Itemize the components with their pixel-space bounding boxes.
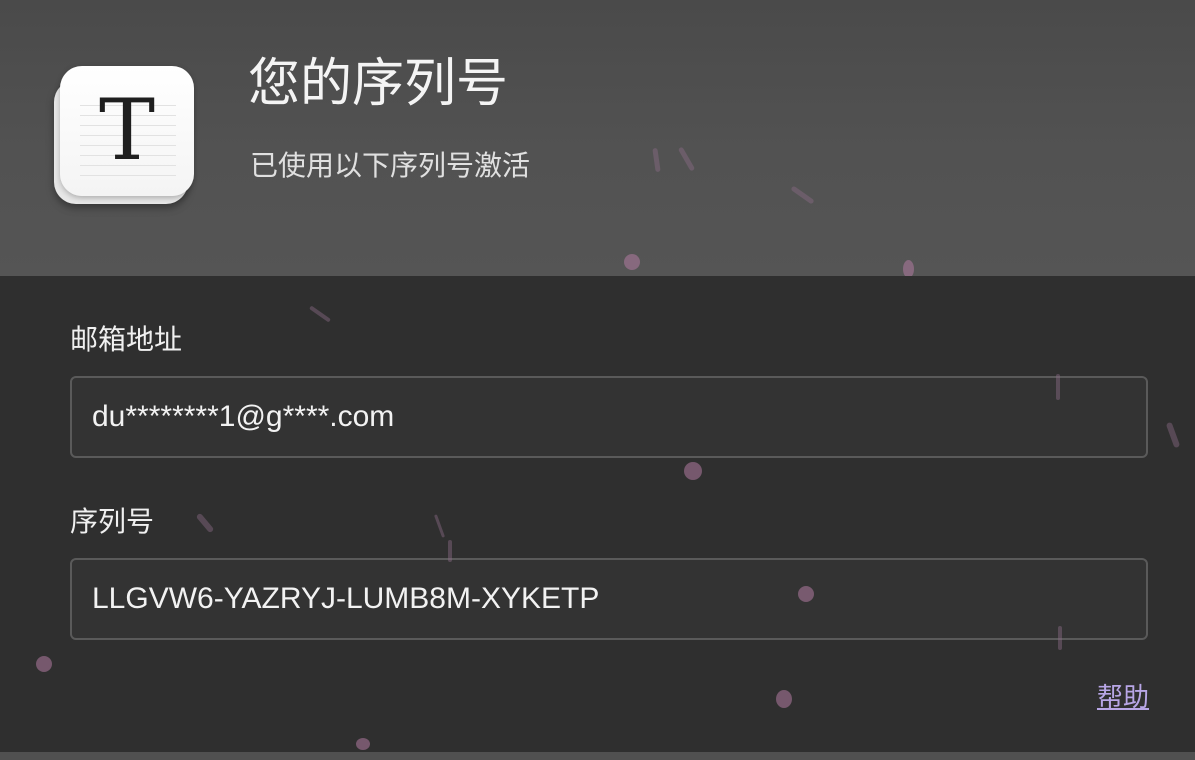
app-icon-letter: T — [98, 81, 156, 179]
decorative-petal — [36, 656, 52, 672]
decorative-petal — [195, 512, 215, 534]
decorative-petal — [776, 690, 792, 708]
decorative-petal — [356, 738, 370, 750]
decorative-petal — [1165, 421, 1181, 449]
page-title: 您的序列号 — [248, 54, 509, 114]
serial-field[interactable]: LLGVW6-YAZRYJ-LUMB8M-XYKETP — [70, 558, 1148, 640]
activation-window: T 您的序列号 已使用以下序列号激活 邮箱地址 du********1@g***… — [0, 0, 1195, 760]
app-icon-front-page: T — [60, 66, 194, 196]
bottom-strip — [0, 752, 1195, 760]
decorative-petal — [684, 462, 702, 480]
serial-label: 序列号 — [70, 505, 155, 538]
header: T 您的序列号 已使用以下序列号激活 — [0, 0, 1195, 278]
decorative-petal — [790, 185, 815, 205]
serial-form: 邮箱地址 du********1@g****.com 序列号 LLGVW6-YA… — [0, 276, 1195, 752]
decorative-petal — [433, 514, 446, 538]
decorative-petal — [448, 540, 452, 562]
decorative-petal — [309, 305, 331, 323]
decorative-petal — [677, 146, 696, 172]
decorative-petal — [798, 586, 814, 602]
decorative-petal — [624, 254, 640, 270]
decorative-petal — [1058, 626, 1062, 650]
email-field[interactable]: du********1@g****.com — [70, 376, 1148, 458]
email-label: 邮箱地址 — [70, 323, 183, 356]
decorative-petal — [652, 147, 661, 173]
serial-value: LLGVW6-YAZRYJ-LUMB8M-XYKETP — [92, 582, 600, 615]
help-link[interactable]: 帮助 — [1097, 681, 1149, 715]
email-value: du********1@g****.com — [92, 400, 395, 433]
app-icon: T — [52, 66, 194, 206]
decorative-petal — [1056, 374, 1060, 400]
page-subtitle: 已使用以下序列号激活 — [250, 149, 531, 182]
